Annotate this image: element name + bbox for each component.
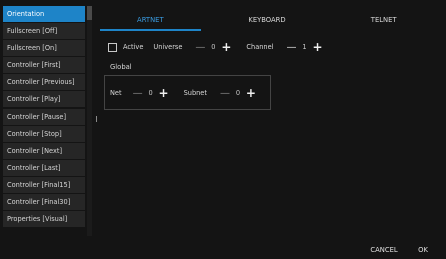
sidebar-item-controller-previous[interactable]: Controller [Previous]	[3, 74, 85, 91]
universe-decrement-button[interactable]: —	[194, 42, 206, 53]
sidebar-item-fullscreen-on[interactable]: Fullscreen [On]	[3, 40, 85, 57]
sidebar-item-controller-stop[interactable]: Controller [Stop]	[3, 125, 85, 142]
cancel-button[interactable]: CANCEL	[364, 243, 404, 257]
artnet-main-row: Active Universe — 0 + Channel — 1 +	[108, 40, 323, 54]
net-value: 0	[148, 89, 153, 97]
channel-label: Channel	[246, 43, 274, 51]
active-checkbox[interactable]	[108, 42, 117, 52]
sidebar-item-orientation[interactable]: Orientation	[3, 6, 85, 22]
global-section-label: Global	[110, 63, 132, 71]
universe-value: 0	[211, 43, 216, 51]
sidebar-item-controller-first[interactable]: Controller [First]	[3, 57, 85, 74]
global-row: Net — 0 + Subnet — 0 +	[110, 86, 257, 100]
universe-increment-button[interactable]: +	[220, 40, 232, 54]
tab-telnet[interactable]: TELNET	[325, 13, 442, 31]
tab-artnet[interactable]: ARTNET	[92, 13, 209, 31]
channel-value: 1	[302, 43, 307, 51]
ok-button[interactable]: OK	[408, 243, 438, 257]
subnet-decrement-button[interactable]: —	[219, 88, 231, 99]
sidebar-item-fullscreen-off[interactable]: Fullscreen [Off]	[3, 23, 85, 40]
channel-decrement-button[interactable]: —	[285, 42, 297, 53]
sidebar-scrollbar[interactable]	[87, 6, 92, 236]
sidebar-item-controller-next[interactable]: Controller [Next]	[3, 142, 85, 159]
active-label: Active	[123, 43, 144, 51]
sidebar-item-controller-pause[interactable]: Controller [Pause]	[3, 108, 85, 125]
universe-label: Universe	[153, 43, 183, 51]
net-label: Net	[110, 89, 122, 97]
sidebar-item-properties-visual[interactable]: Properties [Visual]	[3, 211, 85, 228]
sidebar-item-controller-last[interactable]: Controller [Last]	[3, 159, 85, 176]
subnet-value: 0	[235, 89, 241, 97]
channel-increment-button[interactable]: +	[311, 40, 323, 54]
net-increment-button[interactable]: +	[158, 86, 170, 100]
sidebar-item-controller-final30[interactable]: Controller [Final30]	[3, 194, 85, 211]
text-cursor	[96, 116, 97, 122]
tab-bar: ARTNET KEYBOARD TELNET	[92, 13, 442, 31]
sidebar: Orientation Fullscreen [Off] Fullscreen …	[3, 6, 85, 236]
tab-keyboard[interactable]: KEYBOARD	[209, 13, 326, 31]
subnet-label: Subnet	[183, 89, 207, 97]
sidebar-item-controller-final15[interactable]: Controller [Final15]	[3, 176, 85, 193]
net-decrement-button[interactable]: —	[132, 88, 144, 99]
sidebar-item-controller-play[interactable]: Controller [Play]	[3, 91, 85, 108]
subnet-increment-button[interactable]: +	[245, 86, 257, 100]
